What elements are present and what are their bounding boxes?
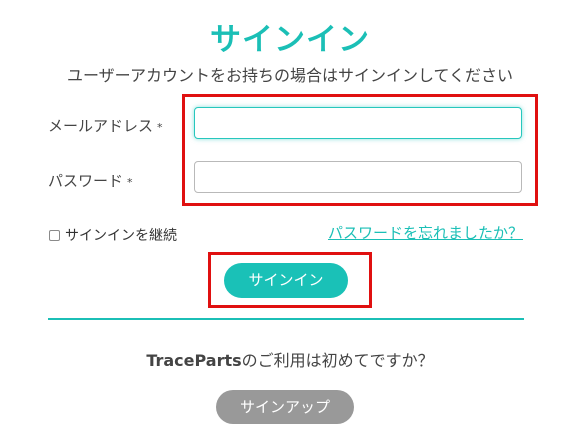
divider (48, 318, 524, 320)
signin-page: サインイン ユーザーアカウントをお持ちの場合はサインインしてください メールアド… (0, 0, 580, 446)
page-subtitle: ユーザーアカウントをお持ちの場合はサインインしてください (66, 66, 514, 85)
password-label-text: パスワード (48, 172, 124, 190)
new-user-prompt: TracePartsのご利用は初めてですか？ (0, 347, 580, 371)
remember-signin-option[interactable]: サインインを継続 (49, 225, 177, 245)
required-mark: * (127, 176, 133, 189)
password-label: パスワード * (48, 170, 133, 191)
button-highlight-box (208, 252, 372, 308)
email-label-text: メールアドレス (48, 117, 154, 135)
required-mark: * (157, 121, 163, 134)
signup-button[interactable]: サインアップ (216, 390, 354, 424)
page-title: サインイン (210, 22, 370, 58)
new-user-question: のご利用は初めてですか？ (241, 351, 434, 370)
remember-label: サインインを継続 (65, 228, 177, 244)
email-label: メールアドレス * (48, 115, 163, 136)
fields-highlight-box (182, 94, 538, 206)
forgot-password-link[interactable]: パスワードを忘れましたか？ (328, 222, 523, 243)
brand-name: TraceParts (146, 351, 242, 370)
remember-checkbox[interactable] (49, 229, 60, 241)
